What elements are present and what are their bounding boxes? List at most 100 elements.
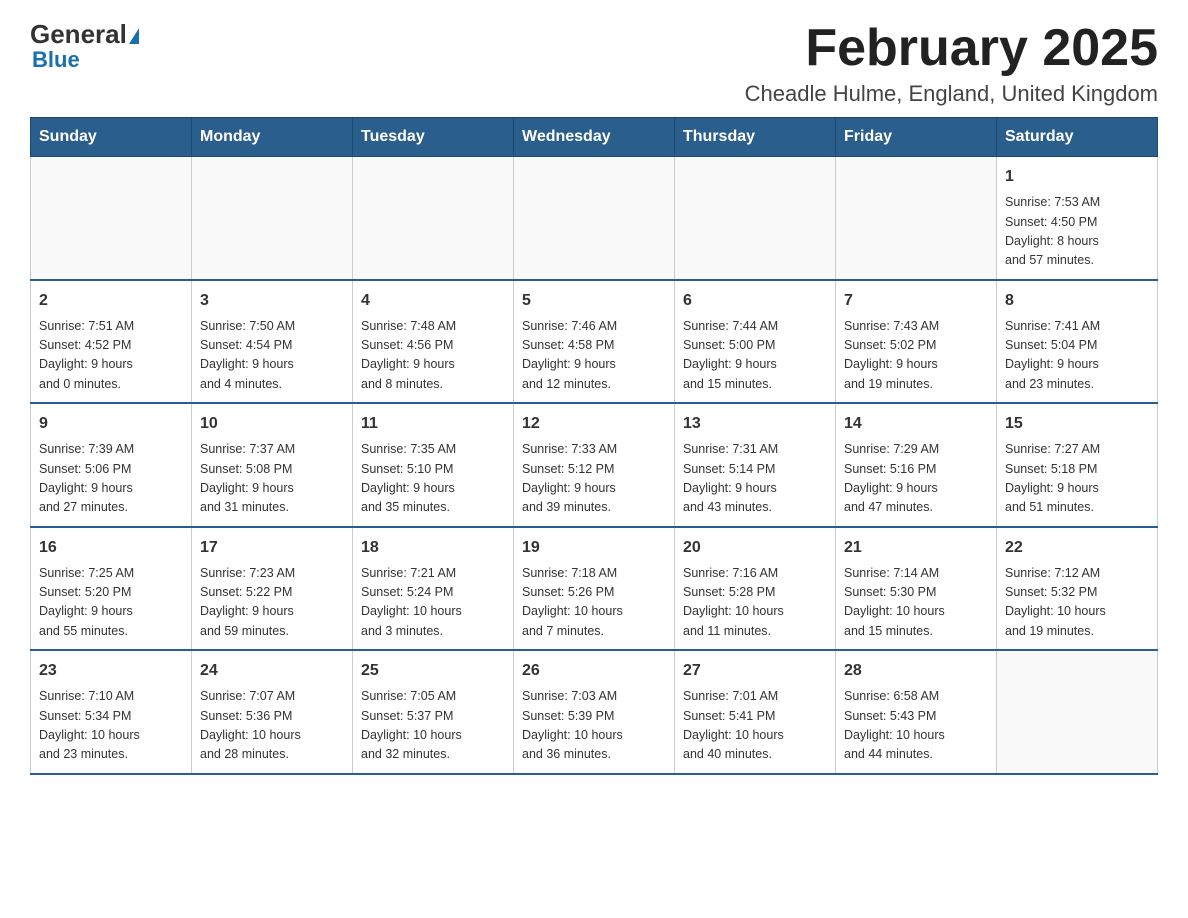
weekday-header-tuesday: Tuesday (353, 118, 514, 157)
calendar-week-row: 23 Sunrise: 7:10 AM Sunset: 5:34 PM Dayli… (31, 650, 1158, 774)
weekday-header-wednesday: Wednesday (514, 118, 675, 157)
day-number: 26 (522, 659, 666, 683)
day-info: Sunrise: 7:23 AM Sunset: 5:22 PM Dayligh… (200, 564, 344, 642)
day-number: 2 (39, 289, 183, 313)
day-number: 28 (844, 659, 988, 683)
day-info: Sunrise: 7:14 AM Sunset: 5:30 PM Dayligh… (844, 564, 988, 642)
day-info: Sunrise: 7:16 AM Sunset: 5:28 PM Dayligh… (683, 564, 827, 642)
day-number: 21 (844, 536, 988, 560)
calendar-cell: 11 Sunrise: 7:35 AM Sunset: 5:10 PM Dayli… (353, 403, 514, 527)
day-number: 22 (1005, 536, 1149, 560)
calendar-cell: 20 Sunrise: 7:16 AM Sunset: 5:28 PM Dayli… (675, 527, 836, 651)
calendar-cell (514, 157, 675, 280)
calendar-cell: 22 Sunrise: 7:12 AM Sunset: 5:32 PM Dayli… (997, 527, 1158, 651)
day-info: Sunrise: 7:50 AM Sunset: 4:54 PM Dayligh… (200, 317, 344, 395)
weekday-header-sunday: Sunday (31, 118, 192, 157)
logo: General Blue (30, 20, 139, 73)
calendar-cell: 25Sunrise: 7:05 AM Sunset: 5:37 PM Dayli… (353, 650, 514, 774)
calendar-subtitle: Cheadle Hulme, England, United Kingdom (745, 81, 1158, 107)
day-number: 8 (1005, 289, 1149, 313)
calendar-week-row: 2Sunrise: 7:51 AM Sunset: 4:52 PM Daylig… (31, 280, 1158, 404)
day-info: Sunrise: 7:33 AM Sunset: 5:12 PM Dayligh… (522, 440, 666, 518)
day-number: 3 (200, 289, 344, 313)
calendar-cell: 27 Sunrise: 7:01 AM Sunset: 5:41 PM Dayli… (675, 650, 836, 774)
day-info: Sunrise: 7:44 AM Sunset: 5:00 PM Dayligh… (683, 317, 827, 395)
calendar-cell: 15 Sunrise: 7:27 AM Sunset: 5:18 PM Dayli… (997, 403, 1158, 527)
day-info: Sunrise: 7:39 AM Sunset: 5:06 PM Dayligh… (39, 440, 183, 518)
day-info: Sunrise: 7:10 AM Sunset: 5:34 PM Dayligh… (39, 687, 183, 765)
calendar-cell: 14 Sunrise: 7:29 AM Sunset: 5:16 PM Dayli… (836, 403, 997, 527)
day-info: Sunrise: 7:53 AM Sunset: 4:50 PM Dayligh… (1005, 193, 1149, 271)
logo-general: General (30, 20, 139, 49)
day-number: 4 (361, 289, 505, 313)
day-info: Sunrise: 7:21 AM Sunset: 5:24 PM Dayligh… (361, 564, 505, 642)
page-header: General Blue February 2025 Cheadle Hulme… (30, 20, 1158, 107)
day-info: Sunrise: 7:03 AM Sunset: 5:39 PM Dayligh… (522, 687, 666, 765)
calendar-cell (836, 157, 997, 280)
logo-triangle-icon (129, 28, 139, 44)
calendar-cell: 7Sunrise: 7:43 AM Sunset: 5:02 PM Daylig… (836, 280, 997, 404)
day-number: 10 (200, 412, 344, 436)
day-number: 18 (361, 536, 505, 560)
day-info: Sunrise: 7:35 AM Sunset: 5:10 PM Dayligh… (361, 440, 505, 518)
calendar-cell (997, 650, 1158, 774)
day-number: 17 (200, 536, 344, 560)
calendar-cell: 16 Sunrise: 7:25 AM Sunset: 5:20 PM Dayli… (31, 527, 192, 651)
calendar-cell: 28 Sunrise: 6:58 AM Sunset: 5:43 PM Dayli… (836, 650, 997, 774)
weekday-header-friday: Friday (836, 118, 997, 157)
day-number: 19 (522, 536, 666, 560)
calendar-cell (192, 157, 353, 280)
weekday-header-saturday: Saturday (997, 118, 1158, 157)
weekday-header-thursday: Thursday (675, 118, 836, 157)
calendar-table: SundayMondayTuesdayWednesdayThursdayFrid… (30, 117, 1158, 775)
calendar-cell: 6Sunrise: 7:44 AM Sunset: 5:00 PM Daylig… (675, 280, 836, 404)
calendar-week-row: 16 Sunrise: 7:25 AM Sunset: 5:20 PM Dayli… (31, 527, 1158, 651)
day-info: Sunrise: 7:18 AM Sunset: 5:26 PM Dayligh… (522, 564, 666, 642)
day-number: 23 (39, 659, 183, 683)
calendar-cell (675, 157, 836, 280)
calendar-cell: 4 Sunrise: 7:48 AM Sunset: 4:56 PM Daylig… (353, 280, 514, 404)
calendar-cell: 8 Sunrise: 7:41 AM Sunset: 5:04 PM Daylig… (997, 280, 1158, 404)
calendar-cell: 3 Sunrise: 7:50 AM Sunset: 4:54 PM Daylig… (192, 280, 353, 404)
day-number: 5 (522, 289, 666, 313)
calendar-week-row: 1 Sunrise: 7:53 AM Sunset: 4:50 PM Daylig… (31, 157, 1158, 280)
day-number: 15 (1005, 412, 1149, 436)
day-info: Sunrise: 7:07 AM Sunset: 5:36 PM Dayligh… (200, 687, 344, 765)
calendar-cell: 18 Sunrise: 7:21 AM Sunset: 5:24 PM Dayli… (353, 527, 514, 651)
logo-blue: Blue (32, 47, 80, 73)
day-info: Sunrise: 7:43 AM Sunset: 5:02 PM Dayligh… (844, 317, 988, 395)
calendar-cell (353, 157, 514, 280)
day-info: Sunrise: 7:01 AM Sunset: 5:41 PM Dayligh… (683, 687, 827, 765)
calendar-cell: 1 Sunrise: 7:53 AM Sunset: 4:50 PM Daylig… (997, 157, 1158, 280)
calendar-cell: 26 Sunrise: 7:03 AM Sunset: 5:39 PM Dayli… (514, 650, 675, 774)
day-info: Sunrise: 7:31 AM Sunset: 5:14 PM Dayligh… (683, 440, 827, 518)
calendar-cell: 12Sunrise: 7:33 AM Sunset: 5:12 PM Dayli… (514, 403, 675, 527)
day-number: 24 (200, 659, 344, 683)
day-info: Sunrise: 7:27 AM Sunset: 5:18 PM Dayligh… (1005, 440, 1149, 518)
calendar-week-row: 9 Sunrise: 7:39 AM Sunset: 5:06 PM Daylig… (31, 403, 1158, 527)
day-info: Sunrise: 7:46 AM Sunset: 4:58 PM Dayligh… (522, 317, 666, 395)
day-number: 27 (683, 659, 827, 683)
calendar-cell: 24 Sunrise: 7:07 AM Sunset: 5:36 PM Dayli… (192, 650, 353, 774)
day-info: Sunrise: 7:05 AM Sunset: 5:37 PM Dayligh… (361, 687, 505, 765)
day-number: 11 (361, 412, 505, 436)
calendar-cell: 23 Sunrise: 7:10 AM Sunset: 5:34 PM Dayli… (31, 650, 192, 774)
day-info: Sunrise: 7:41 AM Sunset: 5:04 PM Dayligh… (1005, 317, 1149, 395)
day-number: 9 (39, 412, 183, 436)
day-info: Sunrise: 7:48 AM Sunset: 4:56 PM Dayligh… (361, 317, 505, 395)
day-number: 16 (39, 536, 183, 560)
day-info: Sunrise: 7:25 AM Sunset: 5:20 PM Dayligh… (39, 564, 183, 642)
calendar-cell: 21 Sunrise: 7:14 AM Sunset: 5:30 PM Dayli… (836, 527, 997, 651)
calendar-cell: 5 Sunrise: 7:46 AM Sunset: 4:58 PM Daylig… (514, 280, 675, 404)
day-number: 20 (683, 536, 827, 560)
weekday-header-monday: Monday (192, 118, 353, 157)
calendar-cell: 13Sunrise: 7:31 AM Sunset: 5:14 PM Dayli… (675, 403, 836, 527)
day-info: Sunrise: 7:12 AM Sunset: 5:32 PM Dayligh… (1005, 564, 1149, 642)
day-info: Sunrise: 7:29 AM Sunset: 5:16 PM Dayligh… (844, 440, 988, 518)
calendar-header-row: SundayMondayTuesdayWednesdayThursdayFrid… (31, 118, 1158, 157)
day-number: 14 (844, 412, 988, 436)
day-number: 1 (1005, 165, 1149, 189)
calendar-cell: 17 Sunrise: 7:23 AM Sunset: 5:22 PM Dayli… (192, 527, 353, 651)
title-block: February 2025 Cheadle Hulme, England, Un… (745, 20, 1158, 107)
day-info: Sunrise: 6:58 AM Sunset: 5:43 PM Dayligh… (844, 687, 988, 765)
